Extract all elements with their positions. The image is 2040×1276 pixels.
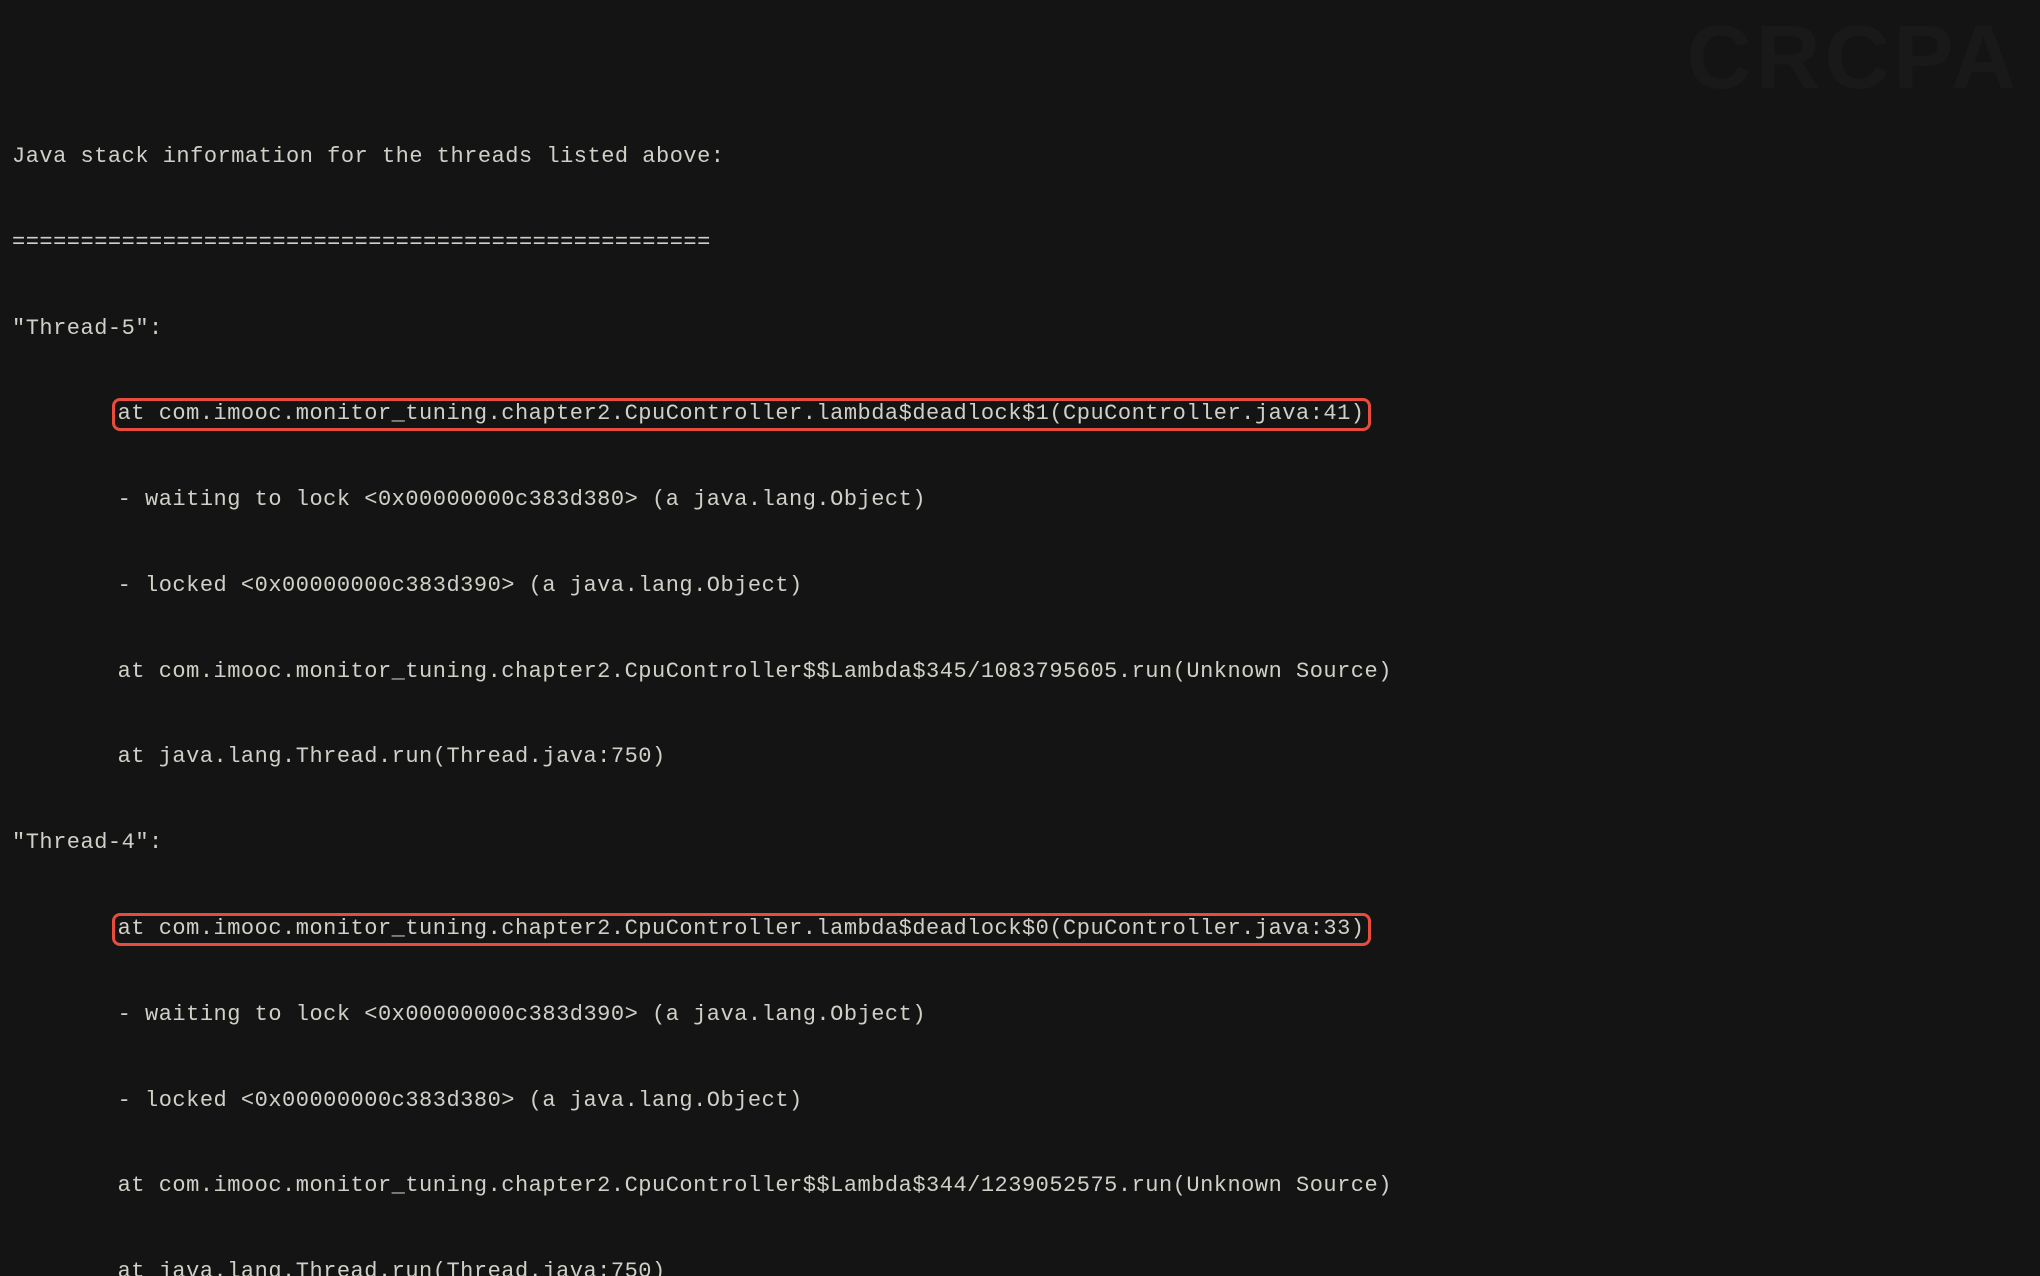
thread-5-frame-2: at com.imooc.monitor_tuning.chapter2.Cpu… — [12, 658, 2028, 687]
thread-5-locked: - locked <0x00000000c383d390> (a java.la… — [12, 572, 2028, 601]
thread-5-name: "Thread-5": — [12, 315, 2028, 344]
thread-4-locked: - locked <0x00000000c383d380> (a java.la… — [12, 1087, 2028, 1116]
watermark: CRCPA — [1687, 0, 2020, 117]
thread-4-frame-1: at com.imooc.monitor_tuning.chapter2.Cpu… — [12, 915, 2028, 944]
thread-5-frame-1: at com.imooc.monitor_tuning.chapter2.Cpu… — [12, 400, 2028, 429]
thread-4-waiting: - waiting to lock <0x00000000c383d390> (… — [12, 1001, 2028, 1030]
thread-4-frame-3: at java.lang.Thread.run(Thread.java:750) — [12, 1258, 2028, 1276]
terminal-output: CRCPA CRCPA Java stack information for t… — [0, 0, 2040, 1276]
thread-5-waiting: - waiting to lock <0x00000000c383d380> (… — [12, 486, 2028, 515]
separator: ========================================… — [12, 229, 2028, 258]
thread-4-frame-2: at com.imooc.monitor_tuning.chapter2.Cpu… — [12, 1172, 2028, 1201]
stack-header: Java stack information for the threads l… — [12, 143, 2028, 172]
thread-4-name: "Thread-4": — [12, 829, 2028, 858]
thread-5-frame-3: at java.lang.Thread.run(Thread.java:750) — [12, 743, 2028, 772]
